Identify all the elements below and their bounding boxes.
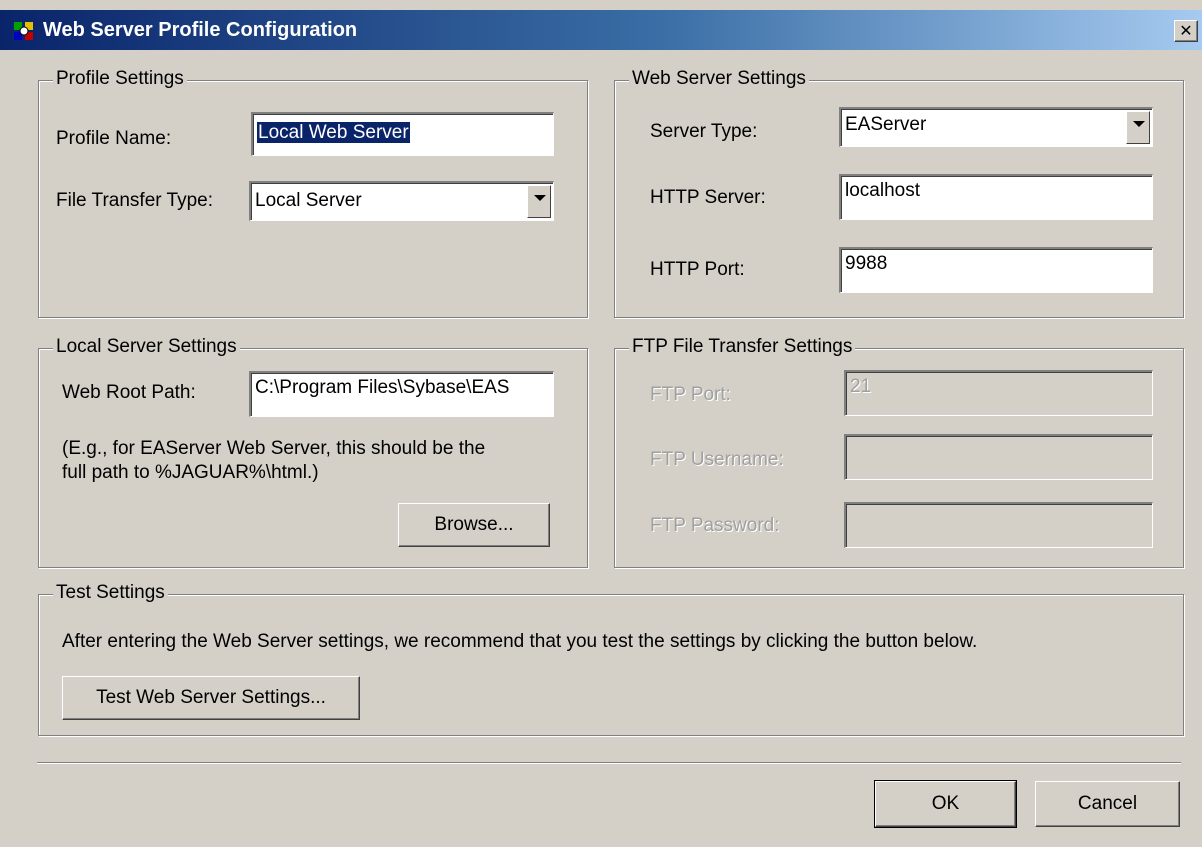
web-server-profile-icon (14, 22, 33, 40)
separator (37, 762, 1181, 764)
profile-name-input[interactable]: Local Web Server (251, 112, 554, 156)
group-label: Test Settings (53, 582, 168, 604)
title-bar: Web Server Profile Configuration ✕ (0, 10, 1202, 50)
http-server-label: HTTP Server: (650, 187, 766, 208)
web-root-hint-line-1: (E.g., for EAServer Web Server, this sho… (62, 438, 486, 459)
test-web-server-settings-button[interactable]: Test Web Server Settings... (62, 676, 360, 720)
ftp-port-input: 21 (844, 370, 1153, 416)
ftp-port-label: FTP Port: (650, 384, 731, 405)
ftp-password-input (844, 502, 1153, 548)
web-root-path-input[interactable]: C:\Program Files\Sybase\EAS (249, 371, 554, 417)
server-type-label: Server Type: (650, 121, 758, 142)
group-label: FTP File Transfer Settings (629, 336, 856, 358)
browse-button[interactable]: Browse... (398, 503, 550, 547)
ftp-username-label: FTP Username: (650, 449, 784, 470)
group-label: Web Server Settings (629, 68, 809, 90)
file-transfer-type-select[interactable]: Local Server (249, 181, 554, 221)
group-label: Local Server Settings (53, 336, 240, 358)
profile-name-label: Profile Name: (56, 128, 172, 149)
chevron-down-icon[interactable] (527, 185, 551, 218)
http-port-input[interactable]: 9988 (839, 247, 1153, 293)
window-title: Web Server Profile Configuration (43, 19, 358, 41)
group-label: Profile Settings (53, 68, 187, 90)
ftp-password-label: FTP Password: (650, 515, 780, 536)
web-root-path-label: Web Root Path: (62, 382, 196, 403)
test-settings-description: After entering the Web Server settings, … (62, 631, 978, 652)
web-root-hint-line-2: full path to %JAGUAR%\html.) (62, 462, 319, 483)
file-transfer-type-label: File Transfer Type: (56, 190, 213, 211)
ok-button[interactable]: OK (874, 780, 1017, 828)
close-icon[interactable]: ✕ (1174, 20, 1198, 42)
http-server-input[interactable]: localhost (839, 174, 1153, 220)
http-port-label: 9988 HTTP Port: (650, 259, 745, 280)
ftp-username-input (844, 434, 1153, 480)
server-type-select[interactable]: EAServer (839, 107, 1153, 147)
chevron-down-icon[interactable] (1126, 111, 1150, 144)
cancel-button[interactable]: Cancel (1035, 781, 1180, 827)
